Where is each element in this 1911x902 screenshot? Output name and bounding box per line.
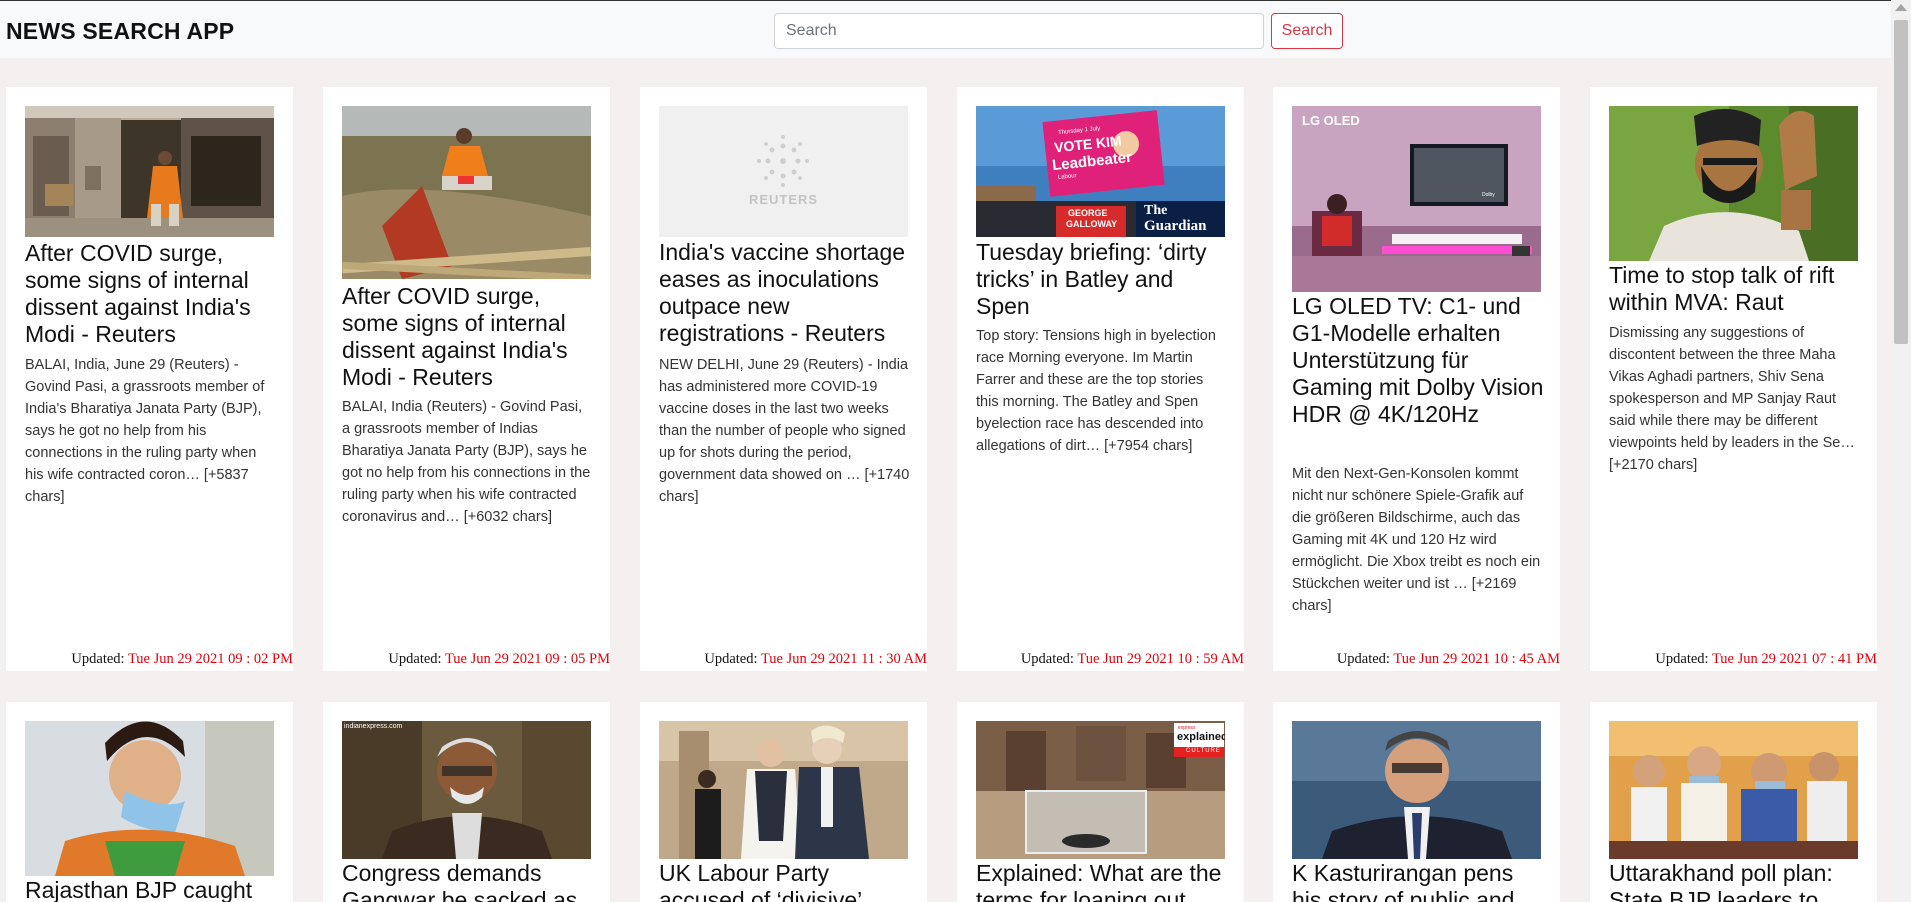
sign-line1-text: GEORGE (1068, 208, 1108, 218)
article-title[interactable]: UK Labour Party accused of ‘divisive’ (659, 860, 914, 902)
updated-timestamp: Updated: Tue Jun 29 2021 10 : 45 AM (1336, 651, 1560, 667)
page-scrollbar-thumb[interactable] (1894, 20, 1908, 344)
article-title[interactable]: Explained: What are the terms for loanin… (976, 860, 1231, 902)
article-image: REUTERS (659, 106, 908, 237)
updated-timestamp: Updated: Tue Jun 29 2021 10 : 59 AM (1020, 651, 1244, 667)
search-button[interactable]: Search (1271, 13, 1343, 49)
news-card[interactable]: K Kasturirangan pens his story of public… (1273, 702, 1560, 902)
updated-timestamp: Updated: Tue Jun 29 2021 11 : 30 AM (704, 651, 927, 667)
article-title[interactable]: Congress demands Gangwar be sacked as (342, 860, 597, 902)
article-title[interactable]: K Kasturirangan pens his story of public… (1292, 860, 1547, 902)
lg-oled-logo-text: LG OLED (1302, 113, 1360, 128)
article-image: indianexpress.com (342, 721, 591, 859)
news-card[interactable]: express explained. CULTURE Explained: Wh… (957, 702, 1244, 902)
guardian-masthead-line1: The (1144, 203, 1168, 218)
article-title[interactable]: Time to stop talk of rift within MVA: Ra… (1609, 262, 1864, 316)
article-title[interactable]: After COVID surge, some signs of interna… (25, 240, 280, 348)
dolby-badge-text: Dolby (1482, 192, 1495, 198)
article-description: NEW DELHI, June 29 (Reuters) - India has… (659, 357, 910, 505)
article-title[interactable]: LG OLED TV: C1- und G1-Modelle erhalten … (1292, 293, 1547, 428)
article-description: Mit den Next-Gen-Konsolen kommt nicht nu… (1292, 466, 1541, 614)
news-card[interactable]: Thursday 1 July VOTE KIM Leadbeater Labo… (957, 87, 1244, 671)
article-title[interactable]: India's vaccine shortage eases as inocul… (659, 239, 914, 347)
explained-badge-main: explained. (1177, 731, 1225, 743)
sign-line2-text: GALLOWAY (1066, 219, 1118, 229)
article-description: Top story: Tensions high in byelection r… (976, 328, 1216, 454)
article-title[interactable]: Rajasthan BJP caught (25, 877, 280, 902)
article-title[interactable]: Uttarakhand poll plan: State BJP leaders… (1609, 860, 1864, 902)
news-card[interactable]: indianexpress.com Congress demands Gangw… (323, 702, 610, 902)
article-image (1609, 106, 1858, 261)
news-card[interactable]: After COVID surge, some signs of interna… (323, 87, 610, 671)
updated-timestamp: Updated: Tue Jun 29 2021 07 : 41 PM (1655, 651, 1877, 667)
news-card[interactable]: Uttarakhand poll plan: State BJP leaders… (1590, 702, 1877, 902)
news-card[interactable]: Rajasthan BJP caught (6, 702, 293, 902)
article-description: Dismissing any suggestions of discontent… (1609, 325, 1855, 473)
article-image (1292, 721, 1541, 859)
guardian-masthead-line2: Guardian (1144, 218, 1207, 234)
scroll-up-arrow-icon[interactable] (1895, 4, 1907, 11)
navbar: NEWS SEARCH APP Search (0, 0, 1911, 58)
news-card[interactable]: Time to stop talk of rift within MVA: Ra… (1590, 87, 1877, 671)
article-image: Thursday 1 July VOTE KIM Leadbeater Labo… (976, 106, 1225, 237)
article-image: LG OLED Dolby (1292, 106, 1541, 292)
article-description: BALAI, India (Reuters) - Govind Pasi, a … (342, 399, 591, 525)
article-image (342, 106, 591, 279)
article-image (1609, 721, 1858, 859)
updated-timestamp: Updated: Tue Jun 29 2021 09 : 02 PM (71, 651, 293, 667)
news-card[interactable]: After COVID surge, some signs of interna… (6, 87, 293, 671)
article-title[interactable]: After COVID surge, some signs of interna… (342, 283, 597, 391)
indianexpress-watermark-text: indianexpress.com (344, 723, 403, 730)
search-input[interactable] (774, 13, 1264, 49)
news-card[interactable]: UK Labour Party accused of ‘divisive’ (640, 702, 927, 902)
news-card[interactable]: LG OLED Dolby LG OLED TV: C1- und G1-Mod… (1273, 87, 1560, 671)
article-description: BALAI, India, June 29 (Reuters) - Govind… (25, 357, 265, 505)
article-image (25, 721, 274, 876)
news-card[interactable]: REUTERS India's vaccine shortage eases a… (640, 87, 927, 671)
article-image: express explained. CULTURE (976, 721, 1225, 859)
article-image (25, 106, 274, 237)
app-title[interactable]: NEWS SEARCH APP (6, 18, 234, 45)
article-image (659, 721, 908, 859)
explained-badge-sub: CULTURE (1186, 748, 1221, 754)
article-title[interactable]: Tuesday briefing: ‘dirty tricks’ in Batl… (976, 239, 1231, 320)
reuters-logo-text: REUTERS (748, 192, 819, 207)
updated-timestamp: Updated: Tue Jun 29 2021 09 : 05 PM (388, 651, 610, 667)
